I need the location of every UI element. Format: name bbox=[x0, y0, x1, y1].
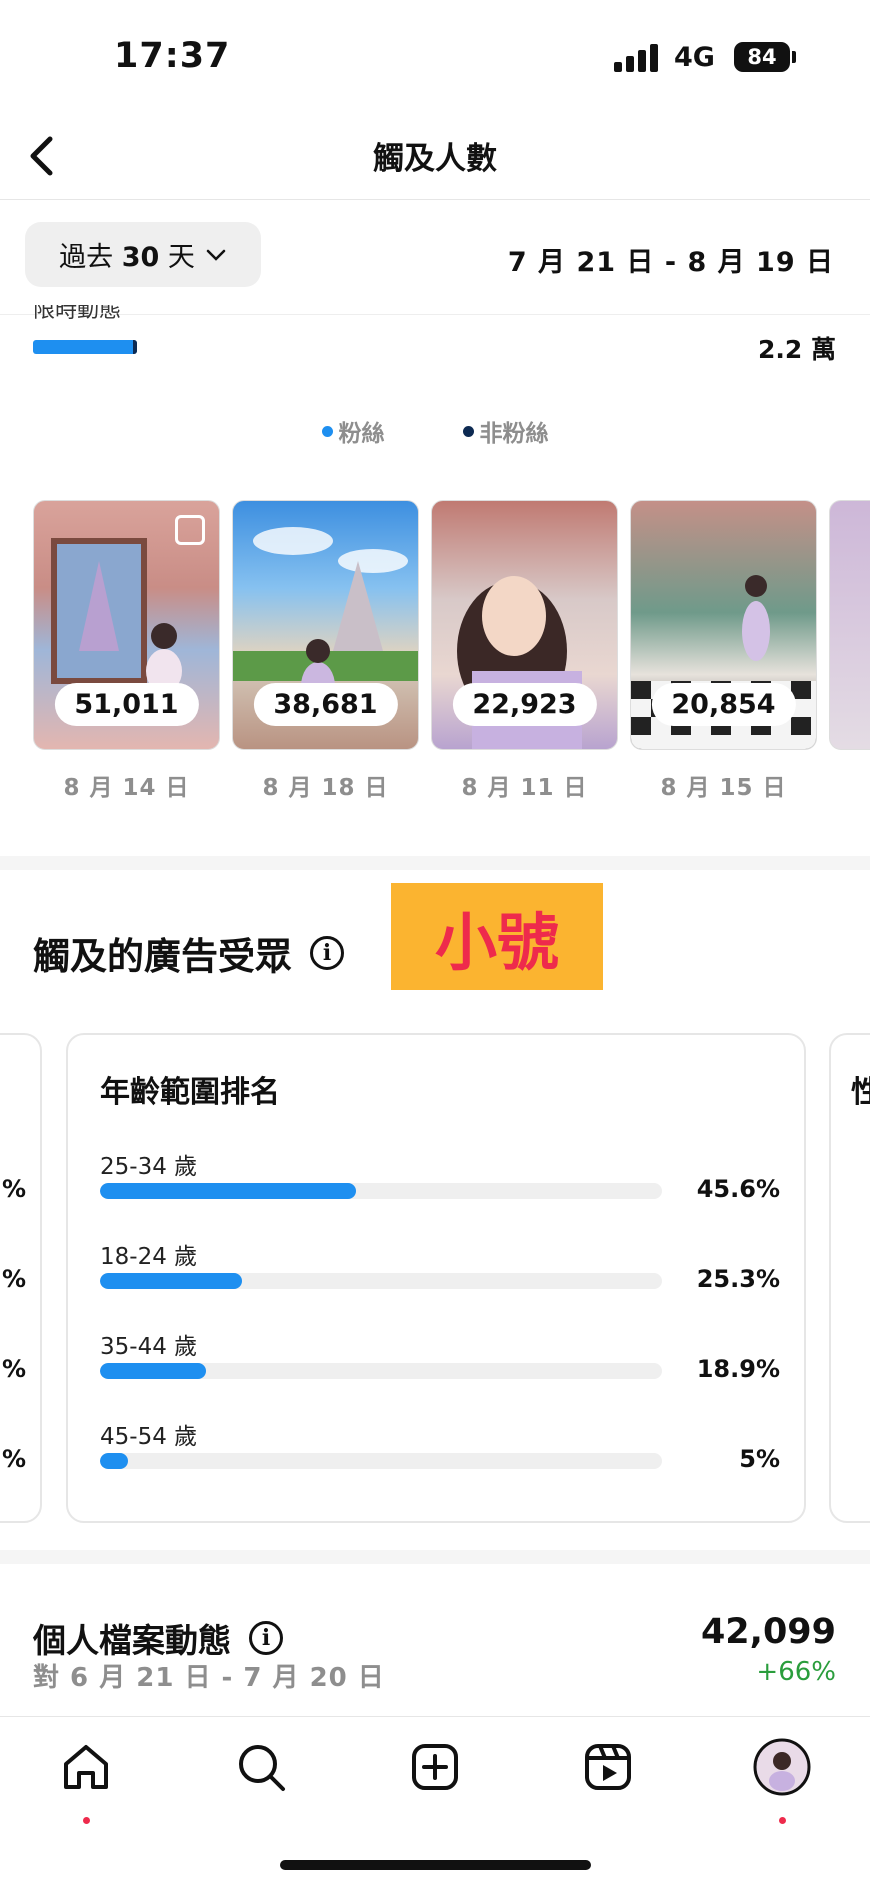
profile-activity-title: 個人檔案動態 i bbox=[33, 1614, 283, 1662]
age-card-title: 年齡範圍排名 bbox=[100, 1075, 280, 1110]
post-date: 8 月 15 日 bbox=[660, 775, 787, 800]
age-bar-track bbox=[100, 1363, 662, 1379]
age-range-card[interactable]: 年齡範圍排名 25-34 歲 45.6% 18-24 歲 25.3% 35-44… bbox=[66, 1033, 806, 1523]
audience-card-next[interactable]: 性 bbox=[829, 1033, 870, 1523]
age-label: 35-44 歲 bbox=[100, 1334, 198, 1360]
age-bar-track bbox=[100, 1183, 662, 1199]
age-bar-fill bbox=[100, 1183, 357, 1199]
partial-percent: % bbox=[2, 1175, 27, 1203]
battery-icon: 84 bbox=[734, 42, 790, 72]
search-icon bbox=[239, 1745, 285, 1791]
legend-followers: 粉絲 bbox=[321, 414, 385, 448]
section-divider bbox=[0, 856, 870, 870]
age-percent: 18.9% bbox=[696, 1355, 780, 1383]
tab-reels[interactable] bbox=[578, 1737, 638, 1797]
age-row: 18-24 歲 25.3% bbox=[100, 1237, 780, 1307]
page-title: 觸及人數 bbox=[373, 141, 497, 177]
tab-home[interactable] bbox=[56, 1737, 116, 1824]
home-indicator bbox=[280, 1860, 591, 1870]
legend-non-followers: 非粉絲 bbox=[462, 414, 549, 448]
age-bar-fill bbox=[100, 1273, 243, 1289]
activity-compare-range: 對 6 月 21 日 - 7 月 20 日 bbox=[33, 1663, 385, 1693]
post-thumbnail[interactable] bbox=[829, 500, 870, 750]
age-label: 45-54 歲 bbox=[100, 1424, 198, 1450]
activity-value: 42,099 bbox=[700, 1612, 836, 1652]
age-bar-fill bbox=[100, 1363, 207, 1379]
non-followers-dot bbox=[462, 425, 474, 437]
age-label: 18-24 歲 bbox=[100, 1244, 198, 1270]
notification-dot bbox=[779, 1817, 786, 1824]
age-percent: 25.3% bbox=[696, 1265, 780, 1293]
notification-dot bbox=[83, 1817, 90, 1824]
age-bar-track bbox=[100, 1273, 662, 1289]
profile-avatar bbox=[753, 1738, 811, 1796]
post-thumbnail[interactable]: 51,011 bbox=[33, 500, 220, 750]
tab-search[interactable] bbox=[231, 1737, 291, 1797]
status-time: 17:37 bbox=[114, 36, 231, 76]
age-bar-track bbox=[100, 1453, 662, 1469]
age-row: 25-34 歲 45.6% bbox=[100, 1147, 780, 1217]
post-thumbnail[interactable]: 38,681 bbox=[232, 500, 419, 750]
age-row: 35-44 歲 18.9% bbox=[100, 1327, 780, 1397]
age-row: 45-54 歲 5% bbox=[100, 1417, 780, 1487]
age-percent: 45.6% bbox=[696, 1175, 780, 1203]
audience-section-title: 觸及的廣告受眾 i bbox=[33, 926, 344, 980]
post-date: 8 月 18 日 bbox=[262, 775, 389, 800]
partial-card-title: 性 bbox=[851, 1075, 870, 1110]
chevron-down-icon bbox=[206, 249, 226, 261]
bottom-tab-bar bbox=[0, 1716, 870, 1885]
select-checkbox[interactable] bbox=[175, 515, 205, 545]
sticker-label: 小號 bbox=[391, 883, 603, 990]
activity-change: +66% bbox=[756, 1657, 836, 1687]
stories-label: 限時動態 bbox=[33, 305, 122, 323]
age-label: 25-34 歲 bbox=[100, 1154, 198, 1180]
date-range-dropdown[interactable]: 過去 30 天 bbox=[25, 222, 261, 287]
post-reach-count: 51,011 bbox=[54, 683, 199, 726]
legend: 粉絲 非粉絲 bbox=[0, 414, 870, 448]
stories-bar bbox=[33, 340, 137, 354]
create-icon bbox=[412, 1744, 458, 1790]
info-icon[interactable]: i bbox=[310, 936, 344, 970]
age-bar-fill bbox=[100, 1453, 129, 1469]
partial-percent: % bbox=[2, 1445, 27, 1473]
post-reach-count: 38,681 bbox=[253, 683, 398, 726]
post-thumbnail[interactable]: 20,854 bbox=[630, 500, 817, 750]
stories-value: 2.2 萬 bbox=[758, 335, 836, 364]
post-reach-count: 22,923 bbox=[452, 683, 597, 726]
tab-create[interactable] bbox=[405, 1737, 465, 1797]
post-thumbnail[interactable]: 22,923 bbox=[431, 500, 618, 750]
status-bar: 17:37 4G 84 bbox=[0, 0, 870, 115]
range-label: 過去 30 天 bbox=[59, 242, 195, 273]
info-icon[interactable]: i bbox=[249, 1621, 283, 1655]
audience-card-previous[interactable]: % % % % bbox=[0, 1033, 42, 1523]
age-percent: 5% bbox=[739, 1445, 780, 1473]
battery-nub bbox=[792, 51, 796, 63]
home-icon bbox=[64, 1745, 108, 1789]
date-filter-row: 過去 30 天 7 月 21 日 - 8 月 19 日 bbox=[0, 200, 870, 315]
post-reach-count: 20,854 bbox=[651, 683, 796, 726]
partial-percent: % bbox=[2, 1265, 27, 1293]
reels-icon bbox=[585, 1744, 631, 1790]
tab-profile[interactable] bbox=[752, 1737, 812, 1824]
post-date: 8 月 14 日 bbox=[63, 775, 190, 800]
partial-percent: % bbox=[2, 1355, 27, 1383]
date-range-text: 7 月 21 日 - 8 月 19 日 bbox=[507, 247, 834, 278]
nav-header: 觸及人數 bbox=[0, 115, 870, 200]
followers-dot bbox=[321, 425, 333, 437]
post-date: 8 月 11 日 bbox=[461, 775, 588, 800]
network-type: 4G bbox=[674, 42, 715, 73]
signal-icon bbox=[614, 44, 660, 72]
top-posts-carousel[interactable]: 51,011 8 月 14 日 38,681 8 月 18 日 22,923 8… bbox=[33, 500, 870, 800]
section-divider bbox=[0, 1550, 870, 1564]
